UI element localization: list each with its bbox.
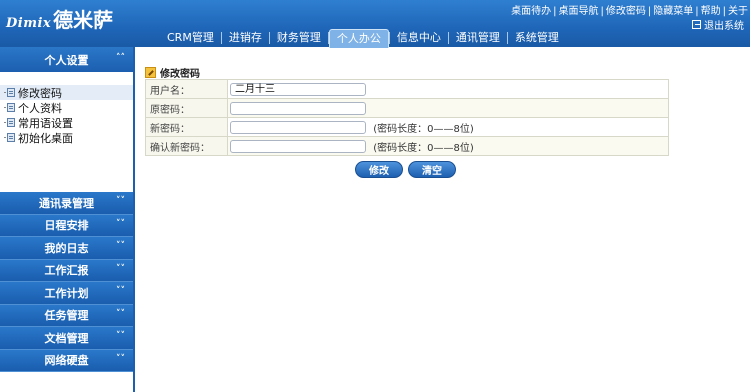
tree-item-label: 常用语设置 — [18, 116, 73, 130]
chevron-down-icon: ˅˅ — [116, 218, 125, 229]
logo-en: Dimix — [6, 16, 52, 31]
menu-label: 工作计划 — [44, 286, 89, 300]
confirm-password-hint: (密码长度：0——8位) — [373, 142, 474, 154]
menu-label: 通讯录管理 — [39, 196, 94, 210]
old-password-label: 原密码： — [145, 98, 228, 118]
exit-system-link[interactable]: 退出系统 — [692, 17, 744, 32]
top-link-separator: | — [647, 6, 652, 17]
top-link-desktop-nav[interactable]: 桌面导航 — [559, 6, 599, 17]
top-links: 桌面待办 | 桌面导航 | 修改密码 | 隐藏菜单 | 帮助 | 关于 — [511, 2, 748, 17]
new-password-cell: (密码长度：0——8位) — [227, 117, 669, 137]
tree-item-common-phrases[interactable]: 常用语设置 — [0, 115, 133, 130]
document-icon — [4, 87, 16, 98]
sidebar-header-label: 个人设置 — [44, 53, 89, 67]
tree-item-label: 个人资料 — [18, 101, 62, 115]
tree-item-label: 修改密码 — [18, 86, 62, 100]
menu-schedule[interactable]: 日程安排 ˅˅ — [0, 214, 133, 237]
main-nav: CRM管理 进销存 财务管理 个人办公 信息中心 通讯管理 系统管理 — [160, 29, 566, 48]
new-password-hint: (密码长度：0——8位) — [373, 123, 474, 135]
menu-network-disk[interactable]: 网络硬盘 ˅˅ — [0, 349, 133, 372]
top-link-help[interactable]: 帮助 — [701, 6, 721, 17]
menu-my-log[interactable]: 我的日志 ˅˅ — [0, 237, 133, 260]
submit-button[interactable]: 修改 — [355, 161, 403, 178]
top-link-desktop-todo[interactable]: 桌面待办 — [511, 6, 551, 17]
chevron-down-icon: ˅˅ — [116, 241, 125, 251]
top-link-change-password[interactable]: 修改密码 — [606, 6, 646, 17]
menu-label: 我的日志 — [44, 241, 89, 255]
document-icon — [4, 102, 16, 113]
form-row-confirm-password: 确认新密码： (密码长度：0——8位) — [145, 136, 669, 156]
new-password-label: 新密码： — [145, 117, 228, 137]
tree-item-init-desktop[interactable]: 初始化桌面 — [0, 130, 133, 145]
menu-documents[interactable]: 文档管理 ˅˅ — [0, 327, 133, 350]
new-password-field[interactable] — [230, 120, 366, 134]
old-password-field[interactable] — [230, 101, 366, 115]
change-password-panel: 修改密码 用户名： 二月十三 原密码： 新密码： (密码长度：0——8位) 确认… — [145, 65, 670, 178]
sidebar-header-personal-settings[interactable]: 个人设置 ˄˄ — [0, 47, 133, 72]
sidebar-menu-groups: 通讯录管理 ˅˅ 日程安排 ˅˅ 我的日志 ˅˅ 工作汇报 ˅˅ 工作计划 ˅˅ 任务管理… — [0, 192, 133, 372]
form-row-username: 用户名： 二月十三 — [145, 79, 669, 99]
chevron-down-icon: ˅˅ — [116, 263, 125, 274]
chevron-down-icon: ˅˅ — [116, 308, 125, 319]
nav-tab-personal-office[interactable]: 个人办公 — [328, 29, 389, 48]
menu-work-report[interactable]: 工作汇报 ˅˅ — [0, 259, 133, 282]
confirm-password-cell: (密码长度：0——8位) — [227, 136, 669, 156]
top-link-hide-menu[interactable]: 隐藏菜单 — [653, 6, 693, 17]
settings-tree: 修改密码 个人资料 常用语设置 初始化桌面 — [0, 72, 133, 145]
top-link-separator: | — [553, 6, 557, 17]
top-link-about[interactable]: 关于 — [728, 6, 748, 17]
nav-tab-communication[interactable]: 通讯管理 — [449, 29, 507, 47]
clear-button[interactable]: 清空 — [408, 161, 456, 178]
top-link-separator: | — [722, 6, 726, 17]
exit-icon — [692, 20, 701, 29]
top-link-separator: | — [600, 6, 604, 17]
menu-tasks[interactable]: 任务管理 ˅˅ — [0, 304, 133, 327]
exit-label: 退出系统 — [704, 21, 744, 32]
nav-tab-info-center[interactable]: 信息中心 — [390, 29, 448, 47]
sidebar: 个人设置 ˄˄ 修改密码 个人资料 常用语设置 初始化桌面 通讯录管理 ˅˅ 日程… — [0, 47, 135, 392]
menu-contacts[interactable]: 通讯录管理 ˅˅ — [0, 192, 133, 215]
logo-cn: 德米萨 — [53, 8, 114, 32]
old-password-cell — [227, 98, 669, 118]
username-field[interactable]: 二月十三 — [230, 82, 366, 96]
nav-tab-crm[interactable]: CRM管理 — [160, 29, 221, 47]
menu-label: 文档管理 — [44, 331, 89, 345]
confirm-password-label: 确认新密码： — [145, 136, 228, 156]
form-row-new-password: 新密码： (密码长度：0——8位) — [145, 117, 669, 137]
username-cell: 二月十三 — [227, 79, 669, 99]
header-bar: Dimix 德米萨 桌面待办 | 桌面导航 | 修改密码 | 隐藏菜单 | 帮助 | 关于 退出系统… — [0, 0, 750, 48]
top-link-separator: | — [695, 6, 699, 17]
document-icon — [4, 132, 16, 143]
chevron-up-icon: ˄˄ — [116, 53, 125, 63]
chevron-down-icon: ˅˅ — [116, 196, 125, 206]
chevron-down-icon: ˅˅ — [116, 331, 125, 341]
form-buttons: 修改 清空 — [355, 161, 456, 178]
form-row-old-password: 原密码： — [145, 98, 669, 118]
confirm-password-field[interactable] — [230, 139, 366, 153]
tree-item-label: 初始化桌面 — [18, 131, 73, 145]
menu-label: 日程安排 — [44, 219, 89, 233]
logo: Dimix 德米萨 — [6, 5, 113, 31]
nav-tab-system[interactable]: 系统管理 — [508, 29, 566, 47]
chevron-down-icon: ˅˅ — [116, 353, 125, 364]
menu-label: 工作汇报 — [44, 264, 89, 278]
section-title: 修改密码 — [145, 65, 670, 80]
section-title-label: 修改密码 — [160, 68, 200, 80]
tree-item-change-password[interactable]: 修改密码 — [0, 85, 133, 100]
password-form-table: 用户名： 二月十三 原密码： 新密码： (密码长度：0——8位) 确认新密码： … — [145, 79, 669, 156]
chevron-down-icon: ˅˅ — [116, 286, 125, 296]
username-label: 用户名： — [145, 79, 228, 99]
pencil-icon — [145, 66, 156, 78]
menu-label: 网络硬盘 — [44, 354, 89, 368]
nav-tab-finance[interactable]: 财务管理 — [270, 29, 328, 47]
document-icon — [4, 117, 16, 128]
tree-item-profile[interactable]: 个人资料 — [0, 100, 133, 115]
menu-label: 任务管理 — [44, 309, 89, 323]
menu-work-plan[interactable]: 工作计划 ˅˅ — [0, 282, 133, 305]
nav-tab-inventory[interactable]: 进销存 — [222, 29, 269, 47]
